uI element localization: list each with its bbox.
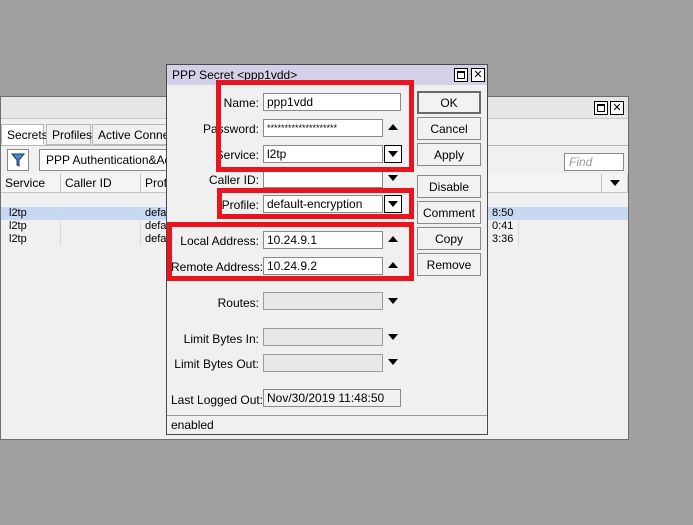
cell-service: l2tp	[1, 207, 61, 220]
maximize-icon[interactable]	[594, 101, 608, 115]
maximize-icon[interactable]	[454, 68, 468, 82]
cell-last-logged: 0:41	[489, 220, 519, 233]
highlight-box-addresses	[167, 222, 414, 281]
cancel-button[interactable]: Cancel	[417, 117, 481, 140]
routes-field[interactable]	[263, 292, 383, 310]
close-icon[interactable]: ✕	[610, 101, 624, 115]
caller-id-field[interactable]	[263, 170, 383, 188]
disable-button[interactable]: Disable	[417, 175, 481, 198]
tab-secrets[interactable]: Secrets	[1, 124, 48, 145]
routes-label: Routes:	[217, 296, 259, 310]
ok-button[interactable]: OK	[417, 91, 481, 114]
expand-down-icon[interactable]	[388, 334, 398, 340]
limit-bytes-out-field[interactable]	[263, 354, 383, 372]
highlight-box-profile	[217, 188, 414, 219]
expand-down-icon[interactable]	[388, 298, 398, 304]
cell-caller-id	[61, 233, 141, 246]
copy-button[interactable]: Copy	[417, 227, 481, 250]
remove-button[interactable]: Remove	[417, 253, 481, 276]
expand-down-icon[interactable]	[388, 359, 398, 365]
cell-last-logged: 8:50	[489, 207, 519, 220]
filter-icon[interactable]	[7, 149, 29, 171]
apply-button[interactable]: Apply	[417, 143, 481, 166]
find-input[interactable]: Find	[564, 153, 624, 171]
cell-last-logged: 3:36	[489, 233, 519, 246]
column-service[interactable]: Service	[1, 174, 61, 193]
highlight-box-credentials	[216, 80, 414, 172]
last-logged-out-field: Nov/30/2019 11:48:50	[263, 389, 401, 407]
limit-bytes-in-field[interactable]	[263, 328, 383, 346]
limit-bytes-out-label: Limit Bytes Out:	[174, 357, 259, 371]
column-chooser-icon[interactable]	[602, 174, 628, 193]
comment-button[interactable]: Comment	[417, 201, 481, 224]
status-bar: enabled	[167, 415, 487, 434]
limit-bytes-in-label: Limit Bytes In:	[183, 332, 259, 346]
tab-profiles[interactable]: Profiles	[46, 124, 92, 145]
last-logged-out-label: Last Logged Out:	[171, 393, 264, 407]
expand-down-icon[interactable]	[388, 175, 398, 181]
tab-active-connections[interactable]: Active Connections	[92, 124, 167, 145]
cell-caller-id	[61, 207, 141, 220]
cell-service: l2tp	[1, 220, 61, 233]
caller-id-label: Caller ID:	[208, 173, 259, 187]
auth-accounting-button[interactable]: PPP Authentication&Accounting	[39, 149, 174, 171]
cell-service: l2tp	[1, 233, 61, 246]
close-icon[interactable]: ✕	[471, 68, 485, 82]
column-caller-id[interactable]: Caller ID	[61, 174, 141, 193]
cell-caller-id	[61, 220, 141, 233]
